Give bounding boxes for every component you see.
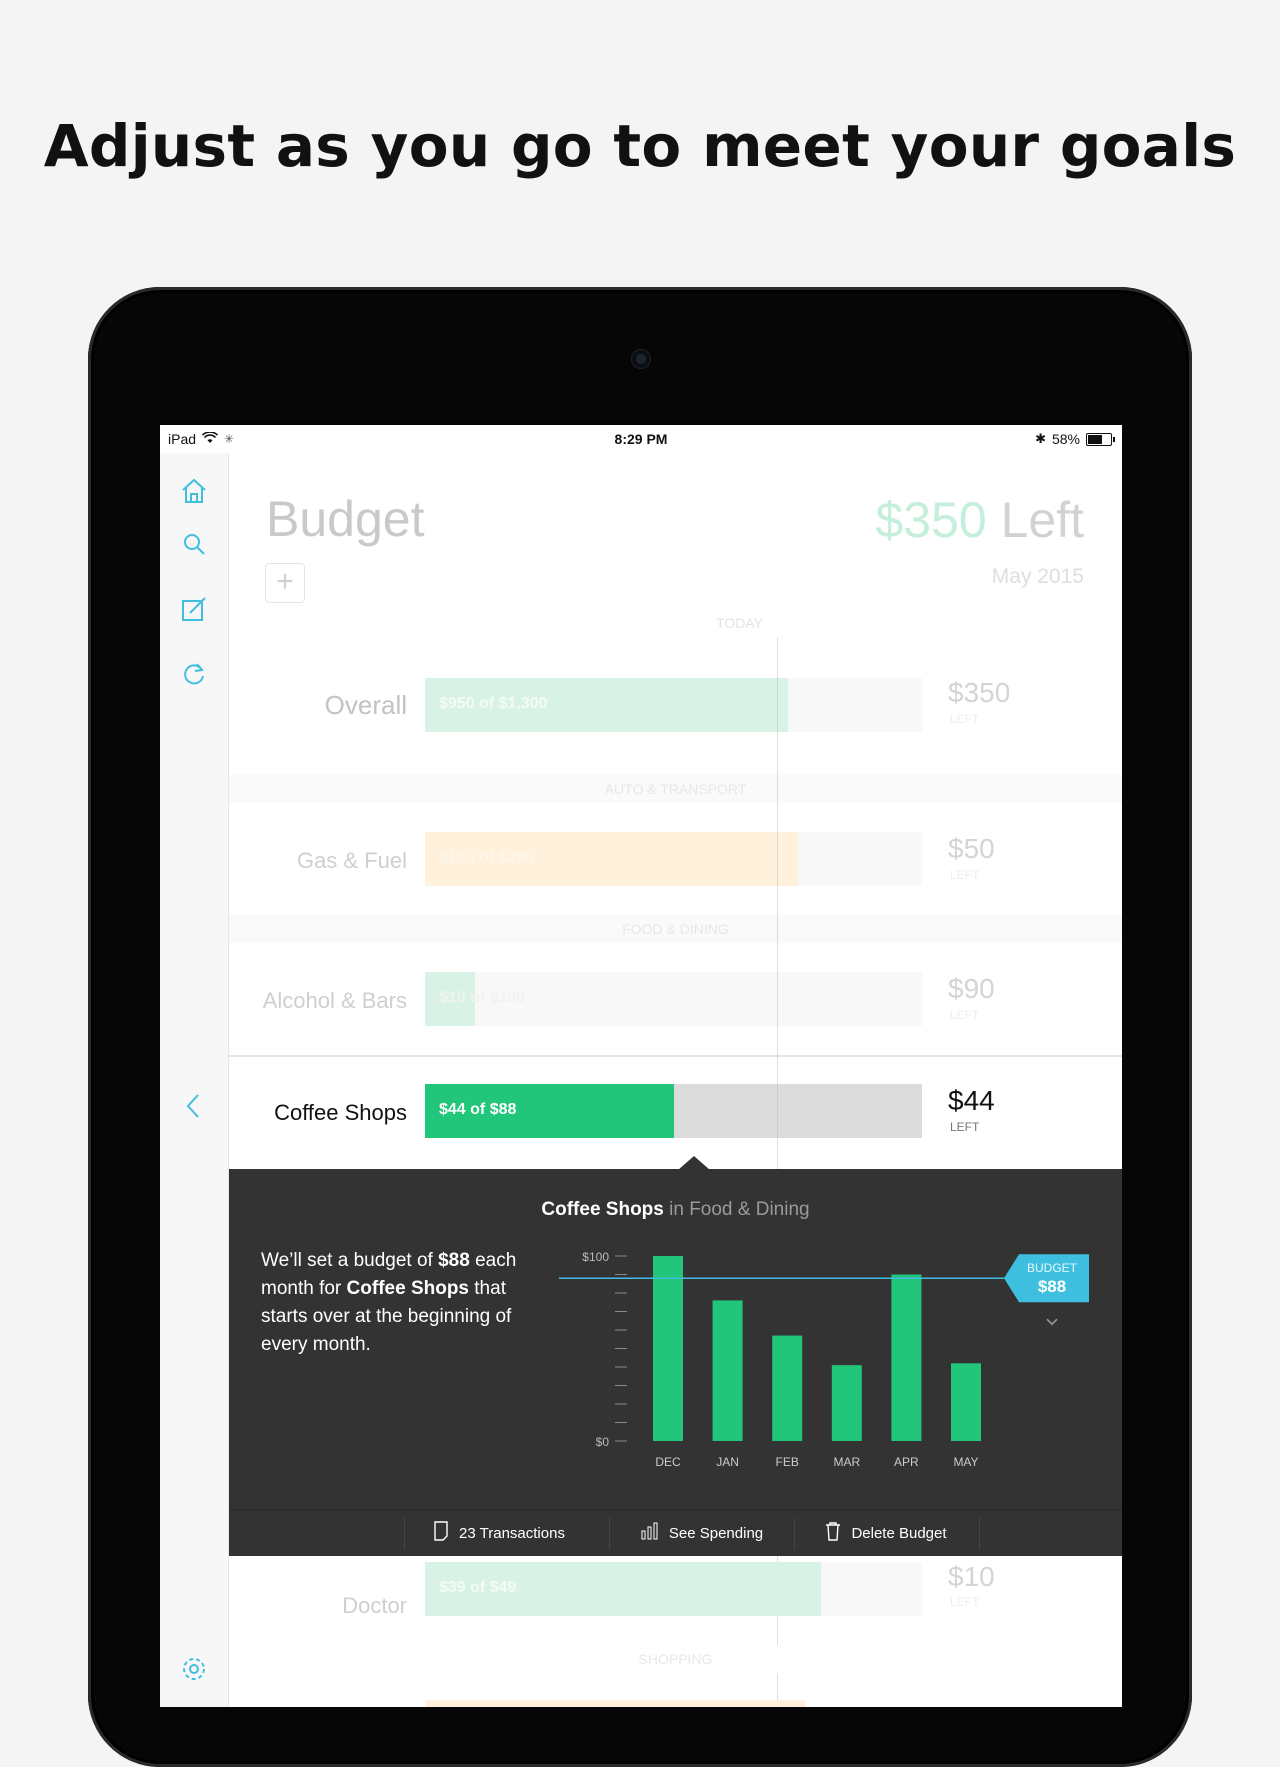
total-left-amount: $350: [875, 492, 987, 548]
panel-title: Coffee Shops in Food & Dining: [541, 1199, 810, 1220]
sidebar: [160, 453, 229, 1707]
chart-bar: [653, 1256, 683, 1441]
budget-tag-label: BUDGET: [1027, 1261, 1078, 1275]
y-tick-label: $100: [582, 1250, 609, 1264]
status-time: 8:29 PM: [614, 431, 668, 447]
search-icon[interactable]: [178, 528, 210, 560]
doctor-bar[interactable]: $39 of $49: [425, 1562, 922, 1616]
section-shopping: SHOPPING: [229, 1645, 1122, 1673]
see-spending-button[interactable]: See Spending: [627, 1510, 777, 1556]
refresh-icon[interactable]: [178, 658, 210, 690]
compose-icon[interactable]: [178, 593, 210, 625]
shopping-bar-peek: [425, 1700, 805, 1707]
panel-description: We’ll set a budget of $88 each month for…: [261, 1250, 517, 1355]
monthly-spending-chart: $100 $0 DEC JAN FEB MAR APR MAY BUDGET $88: [559, 1250, 1089, 1469]
x-tick-label: FEB: [776, 1455, 799, 1469]
document-icon: [433, 1521, 449, 1545]
gas-sub: LEFT: [950, 868, 980, 882]
headline: Adjust as you go to meet your goals: [43, 112, 1237, 180]
bar-chart-icon: [641, 1522, 659, 1544]
back-icon[interactable]: [178, 1090, 210, 1122]
x-tick-label: APR: [894, 1455, 919, 1469]
alcohol-bar[interactable]: $10 of $100: [425, 972, 922, 1026]
row-label-gas: Gas & Fuel: [296, 848, 407, 873]
alcohol-bar-text: $10 of $100: [439, 989, 526, 1006]
coffee-bar-text: $44 of $88: [439, 1101, 517, 1118]
doctor-amount: $10: [948, 1561, 995, 1592]
section-auto-transport: AUTO & TRANSPORT: [229, 775, 1122, 803]
battery-icon: [1086, 432, 1115, 446]
home-icon[interactable]: [178, 475, 210, 507]
today-label: TODAY: [716, 615, 763, 631]
row-label-coffee: Coffee Shops: [274, 1100, 407, 1125]
row-label-overall: Overall: [324, 690, 407, 720]
gas-amount: $50: [948, 833, 995, 864]
total-left-label: Left: [1000, 492, 1084, 548]
gas-bar[interactable]: $150 of $200: [425, 832, 922, 886]
row-divider: [229, 1055, 1122, 1057]
overall-sub: LEFT: [950, 712, 980, 726]
x-tick-label: MAY: [953, 1455, 978, 1469]
overall-amount: $350: [948, 677, 1011, 708]
alcohol-sub: LEFT: [950, 1008, 980, 1022]
chevron-down-icon: [1046, 1318, 1058, 1326]
budget-detail-panel: Coffee Shops in Food & Dining We’ll set …: [229, 1169, 1122, 1556]
camera-dot: [632, 350, 650, 368]
coffee-amount: $44: [948, 1085, 995, 1116]
add-budget-button[interactable]: +: [265, 563, 305, 603]
coffee-bar[interactable]: $44 of $88: [425, 1084, 922, 1138]
app-screen: iPad ✳ 8:29 PM ✱ 58% Budget + $350 Left …: [160, 425, 1122, 1707]
row-label-alcohol: Alcohol & Bars: [262, 988, 407, 1013]
panel-actions: 23 Transactions See Spending Delete Budg…: [229, 1509, 1122, 1556]
gear-icon[interactable]: [178, 1653, 210, 1685]
doctor-bar-text: $39 of $49: [439, 1579, 517, 1596]
status-bar: iPad ✳ 8:29 PM ✱ 58%: [160, 425, 1122, 453]
x-tick-label: MAR: [833, 1455, 860, 1469]
delete-budget-button[interactable]: Delete Budget: [811, 1510, 961, 1556]
overall-bar[interactable]: $950 of $1,300: [425, 678, 922, 732]
chart-bar: [951, 1363, 981, 1441]
chart-bar: [772, 1335, 803, 1441]
alcohol-amount: $90: [948, 973, 995, 1004]
x-tick-label: JAN: [716, 1455, 739, 1469]
month-label: May 2015: [991, 565, 1084, 588]
row-label-doctor: Doctor: [342, 1593, 407, 1618]
transactions-button[interactable]: 23 Transactions: [424, 1510, 574, 1556]
x-tick-label: DEC: [655, 1455, 681, 1469]
overall-bar-text: $950 of $1,300: [439, 695, 548, 712]
page-title: Budget: [266, 491, 425, 547]
doctor-sub: LEFT: [950, 1595, 980, 1609]
chart-bar: [891, 1274, 922, 1441]
y-tick-label: $0: [596, 1435, 610, 1449]
trash-icon: [825, 1521, 841, 1545]
battery-percent: 58%: [1051, 431, 1080, 447]
section-food-dining: FOOD & DINING: [229, 915, 1122, 943]
panel-pointer: [678, 1156, 710, 1170]
gas-bar-text: $150 of $200: [439, 849, 535, 866]
chart-bar: [831, 1365, 862, 1441]
coffee-sub: LEFT: [950, 1120, 980, 1134]
chart-bar: [712, 1300, 743, 1441]
total-left: $350 Left: [875, 491, 1084, 549]
bluetooth-icon: ✱: [1035, 431, 1046, 446]
budget-tag-value: $88: [1038, 1277, 1066, 1296]
